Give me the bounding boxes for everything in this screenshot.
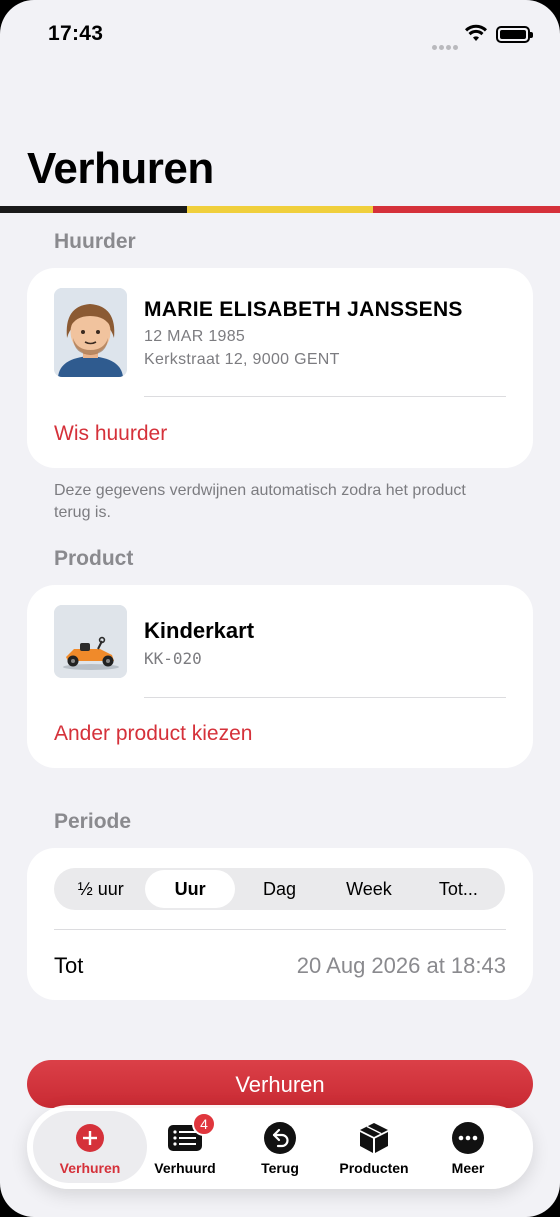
renter-note: Deze gegevens verdwijnen automatisch zod… <box>54 482 466 521</box>
tab-label: Meer <box>451 1160 485 1176</box>
plus-circle-icon <box>73 1121 107 1155</box>
flag-stripe <box>0 206 560 213</box>
product-code: KK-020 <box>144 649 202 668</box>
signal-icon <box>432 37 460 55</box>
until-date-picker[interactable]: 20 Aug 2026 at 18:43 <box>297 953 506 979</box>
renter-card: MARIE ELISABETH JANSSENS 12 MAR 1985 Ker… <box>27 268 533 468</box>
box-icon <box>357 1121 391 1155</box>
tab-producten[interactable]: Producten <box>327 1111 421 1183</box>
more-icon <box>451 1121 485 1155</box>
tab-verhuurd[interactable]: 4 Verhuurd <box>138 1111 232 1183</box>
battery-icon <box>496 26 533 43</box>
change-product-button[interactable]: Ander product kiezen <box>54 722 252 746</box>
page-title: Verhuren <box>27 144 214 193</box>
tab-label: Terug <box>261 1160 299 1176</box>
return-icon <box>263 1121 297 1155</box>
period-divider <box>54 929 506 930</box>
renter-avatar <box>54 288 127 377</box>
tab-terug[interactable]: Terug <box>233 1111 327 1183</box>
wifi-icon <box>465 24 487 41</box>
product-divider <box>144 697 506 698</box>
phone-screen: 17:43 Verhuren Huurder MARIE ELISABETH J… <box>0 0 560 1217</box>
renter-address: Kerkstraat 12, 9000 GENT <box>144 351 340 368</box>
period-section-label: Periode <box>54 810 132 833</box>
renter-section-label: Huurder <box>54 230 136 253</box>
period-option-until[interactable]: Tot... <box>414 870 503 908</box>
clear-renter-button[interactable]: Wis huurder <box>54 422 167 446</box>
status-time: 17:43 <box>48 22 104 45</box>
tab-bar: Verhuren 4 Verhuurd Terug Producten Meer <box>27 1105 533 1189</box>
until-label: Tot <box>54 953 84 978</box>
period-option-week[interactable]: Week <box>324 870 413 908</box>
tab-label: Verhuren <box>59 1160 121 1176</box>
tab-label: Producten <box>339 1160 409 1176</box>
period-option-half-hour[interactable]: ½ uur <box>56 870 145 908</box>
period-option-hour[interactable]: Uur <box>145 870 235 908</box>
period-card: ½ uur Uur Dag Week Tot... Tot 20 Aug 202… <box>27 848 533 1000</box>
tab-label: Verhuurd <box>154 1160 216 1176</box>
product-section-label: Product <box>54 547 134 570</box>
renter-divider <box>144 396 506 397</box>
rent-button[interactable]: Verhuren <box>27 1060 533 1108</box>
product-card: Kinderkart KK-020 Ander product kiezen <box>27 585 533 768</box>
period-option-day[interactable]: Dag <box>235 870 324 908</box>
rented-count-badge: 4 <box>192 1112 216 1136</box>
tab-meer[interactable]: Meer <box>421 1111 515 1183</box>
product-thumbnail <box>54 605 127 678</box>
period-segmented-control: ½ uur Uur Dag Week Tot... <box>54 868 505 910</box>
tab-verhuren[interactable]: Verhuren <box>33 1111 147 1183</box>
list-icon: 4 <box>168 1112 216 1155</box>
renter-name: MARIE ELISABETH JANSSENS <box>144 298 463 321</box>
product-name: Kinderkart <box>144 618 255 643</box>
renter-birthdate: 12 MAR 1985 <box>144 328 246 345</box>
status-bar: 17:43 <box>0 0 560 70</box>
